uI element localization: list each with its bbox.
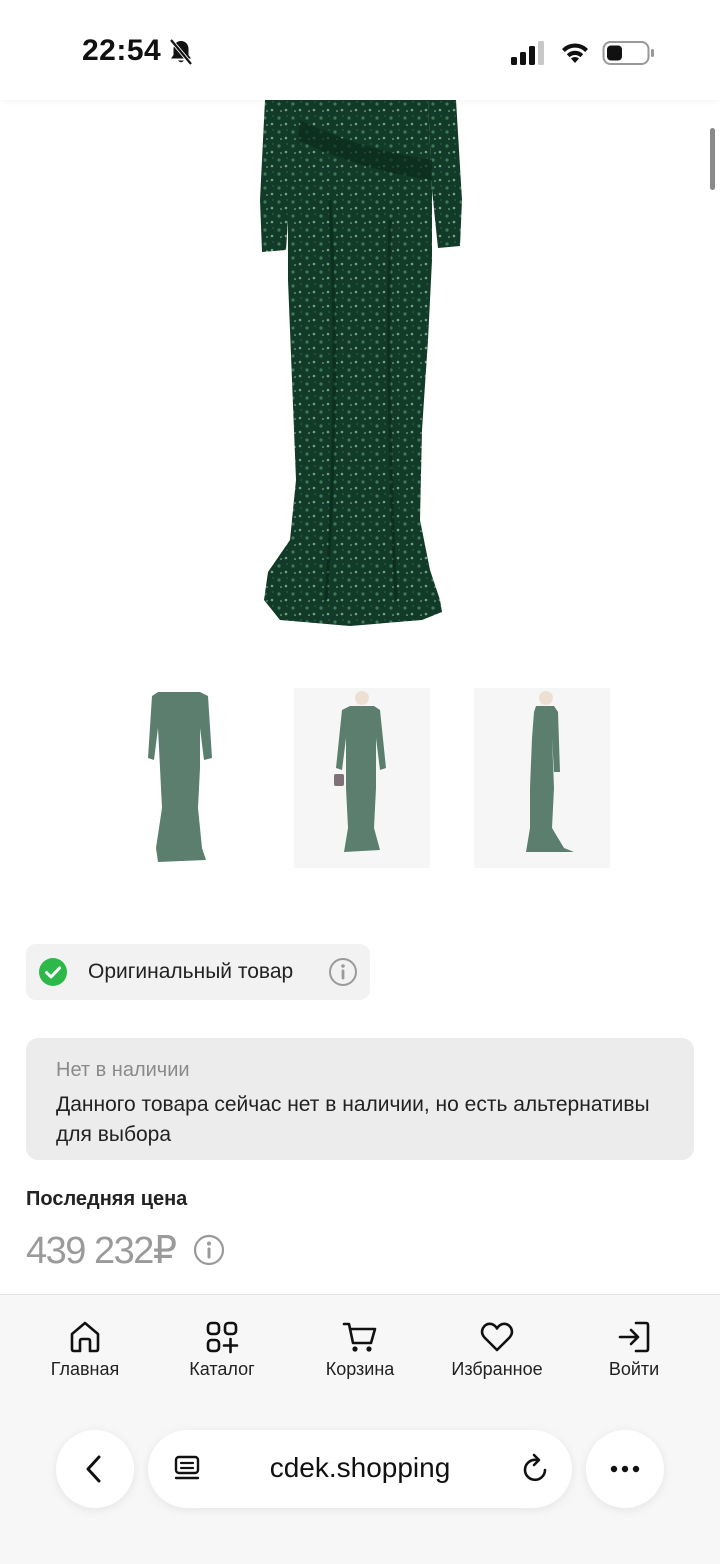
signal-icon: [511, 41, 544, 65]
heart-icon: [480, 1322, 514, 1352]
thumbnail-strip: [0, 688, 720, 870]
nav-label-cart: Корзина: [325, 1359, 395, 1379]
info-icon[interactable]: [328, 957, 358, 987]
battery-icon: [602, 41, 654, 65]
nav-label-favorites: Избранное: [451, 1359, 543, 1379]
price-info-icon[interactable]: [193, 1234, 225, 1266]
stock-status-description: Данного товара сейчас нет в наличии, но …: [56, 1093, 650, 1146]
more-menu-button[interactable]: [586, 1430, 664, 1508]
nav-label-catalog: Каталог: [189, 1359, 255, 1379]
last-price-label: Последняя цена: [26, 1188, 188, 1210]
nav-item-home[interactable]: Главная: [20, 1319, 150, 1389]
nav-item-favorites[interactable]: Избранное: [432, 1319, 562, 1389]
nav-label-login: Войти: [608, 1359, 660, 1379]
model-front-thumbnail[interactable]: [294, 688, 430, 868]
status-bar: 22:54: [0, 0, 720, 100]
browser-toolbar: cdek.shopping: [0, 1430, 720, 1510]
bottom-navigation: Главная Каталог Корзина Избранное Войти: [0, 1294, 720, 1564]
url-text: cdek.shopping: [269, 1452, 451, 1483]
stock-status-title: Нет в наличии: [56, 1059, 190, 1081]
product-main-image[interactable]: [150, 100, 570, 660]
scroll-indicator[interactable]: [710, 128, 715, 190]
original-product-badge[interactable]: Оригинальный товар: [26, 944, 370, 1000]
back-button[interactable]: [56, 1430, 134, 1508]
nav-item-cart[interactable]: Корзина: [295, 1319, 425, 1389]
nav-item-catalog[interactable]: Каталог: [157, 1319, 287, 1389]
more-dots-icon: [610, 1465, 640, 1473]
reload-icon[interactable]: [520, 1452, 552, 1486]
home-icon: [70, 1321, 100, 1353]
cart-icon: [342, 1322, 377, 1352]
out-of-stock-notice: Нет в наличии Данного товара сейчас нет …: [26, 1038, 694, 1160]
check-circle-icon: [39, 958, 67, 986]
nav-item-login[interactable]: Войти: [569, 1319, 699, 1389]
address-bar[interactable]: cdek.shopping: [148, 1430, 572, 1508]
green-sequin-dress-image: [260, 100, 462, 626]
catalog-icon: [206, 1321, 239, 1354]
model-side-thumbnail[interactable]: [474, 688, 610, 868]
dress-front-thumbnail[interactable]: [112, 688, 248, 868]
wifi-icon: [562, 43, 588, 63]
status-time: 22:54: [82, 34, 162, 67]
bell-muted-icon: [169, 38, 193, 66]
original-product-label: Оригинальный товар: [88, 960, 294, 983]
login-icon: [618, 1321, 650, 1353]
chevron-left-icon: [86, 1455, 101, 1483]
nav-label-home: Главная: [50, 1359, 120, 1379]
price-value: 439 232₽: [26, 1230, 177, 1272]
